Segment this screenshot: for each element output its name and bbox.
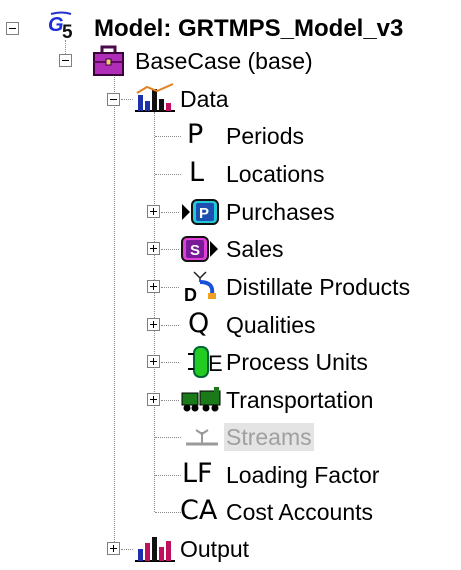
loading-factor-icon: LF xyxy=(182,458,213,489)
tree-connector xyxy=(161,249,179,250)
tree-node-label: Purchases xyxy=(226,199,335,225)
chart-icon xyxy=(133,81,177,120)
sales-icon: S xyxy=(180,234,224,269)
tree-node-label: Transportation xyxy=(226,387,374,413)
tree-connector xyxy=(161,325,179,326)
tree-node-label: Locations xyxy=(226,161,325,187)
gs-model-icon: G 5 xyxy=(46,11,80,50)
tree-connector xyxy=(121,549,133,550)
model-tree: G 5 Model: GRTMPS_Model_v3 BaseCase (bas… xyxy=(0,0,461,568)
expand-toggle[interactable] xyxy=(147,205,160,218)
sales-icon-letter: S xyxy=(190,242,200,259)
tree-connector xyxy=(121,99,133,100)
expand-toggle[interactable] xyxy=(107,542,120,555)
tree-node-label: Data xyxy=(180,86,229,112)
svg-text:5: 5 xyxy=(62,22,73,43)
tree-node-label: Model: GRTMPS_Model_v3 xyxy=(94,15,404,42)
tree-connector xyxy=(161,212,179,213)
collapse-toggle[interactable] xyxy=(6,22,19,35)
tree-connector xyxy=(161,362,179,363)
tree-node-label: Loading Factor xyxy=(226,462,380,488)
tree-connector xyxy=(155,437,181,438)
tree-connector xyxy=(155,136,181,137)
train-icon xyxy=(180,387,224,420)
cost-accounts-icon: CA xyxy=(180,495,218,526)
purchases-icon-letter: P xyxy=(199,205,209,222)
tree-node-label: Output xyxy=(180,536,250,562)
process-unit-icon: E xyxy=(184,345,224,384)
tree-node-label: Distillate Products xyxy=(226,274,411,300)
tree-connector xyxy=(114,72,115,550)
periods-icon: P xyxy=(187,119,204,150)
tree-node-label: Process Units xyxy=(226,349,368,375)
expand-toggle[interactable] xyxy=(147,242,160,255)
tree-node-label: Cost Accounts xyxy=(226,499,374,525)
collapse-toggle[interactable] xyxy=(59,54,72,67)
streams-icon xyxy=(182,424,222,457)
expand-toggle[interactable] xyxy=(147,280,160,293)
purchases-icon: P xyxy=(180,197,224,232)
tree-node-label: Streams xyxy=(224,423,314,451)
expand-toggle[interactable] xyxy=(147,318,160,331)
tree-connector xyxy=(155,174,181,175)
tree-connector xyxy=(161,287,179,288)
briefcase-icon xyxy=(91,45,127,82)
tree-node-label: Qualities xyxy=(226,312,316,338)
tree-connector xyxy=(155,475,181,476)
tree-node-label: Periods xyxy=(226,123,304,149)
tree-connector xyxy=(154,112,155,512)
tree-connector xyxy=(161,400,179,401)
chart-icon xyxy=(133,531,177,570)
collapse-toggle[interactable] xyxy=(107,93,120,106)
process-unit-icon-letter: E xyxy=(208,351,223,376)
tree-node-label: BaseCase (base) xyxy=(135,48,313,74)
qualities-icon: Q xyxy=(188,308,210,339)
expand-toggle[interactable] xyxy=(147,355,160,368)
locations-icon: L xyxy=(189,157,205,188)
tree-node-label: Sales xyxy=(226,236,284,262)
tree-connector xyxy=(155,512,181,513)
expand-toggle[interactable] xyxy=(147,393,160,406)
distillate-icon-letter: D xyxy=(184,285,197,304)
distillate-icon: D xyxy=(180,270,224,309)
